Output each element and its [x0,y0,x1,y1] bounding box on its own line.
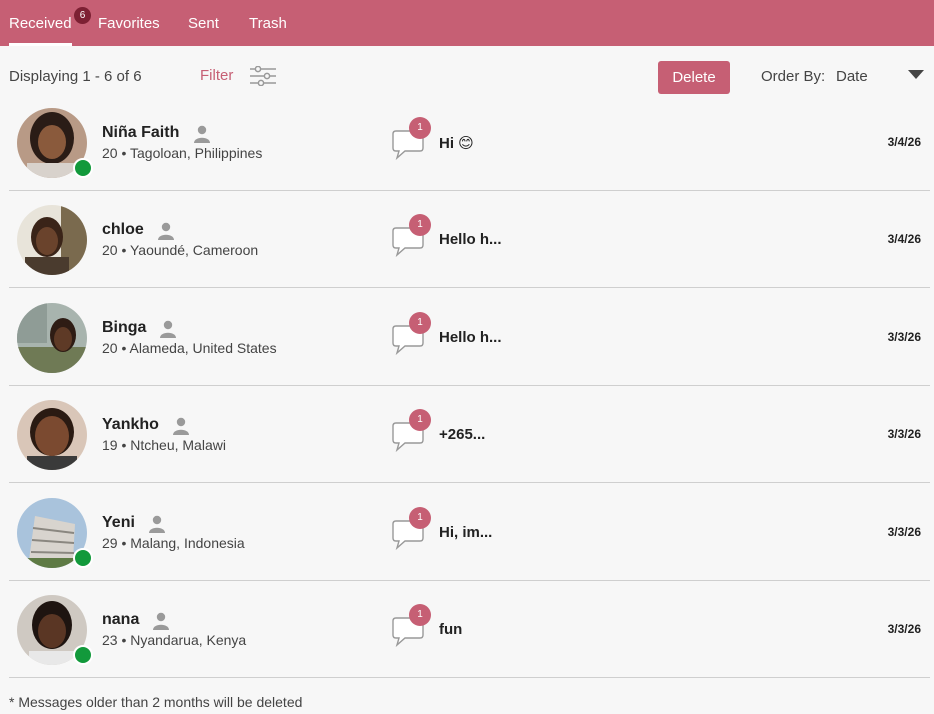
online-status-dot [73,645,93,665]
profile-icon[interactable] [158,222,174,240]
age-location: 20 • Alameda, United States [102,340,277,356]
message-date: 3/4/26 [887,135,921,149]
unread-count-badge: 1 [409,117,431,139]
retention-note: * Messages older than 2 months will be d… [9,694,303,710]
sender-name: Yeni [102,514,135,531]
unread-count-badge: 1 [409,604,431,626]
sender-name: nana [102,611,140,628]
order-by-label: Order By: [761,68,826,85]
message-row-nina-faith[interactable]: Niña Faith 20 • Tagoloan, Philippines 1 … [9,94,930,191]
message-preview: Hi 😊 [439,135,474,152]
age-location: 20 • Yaoundé, Cameroon [102,242,259,258]
tab-favorites[interactable]: Favorites [98,0,160,46]
age-location: 20 • Tagoloan, Philippines [102,145,263,161]
message-date: 3/3/26 [887,622,921,636]
avatar[interactable] [17,400,87,470]
message-row-binga[interactable]: Binga 20 • Alameda, United States 1 Hell… [9,289,930,386]
profile-icon[interactable] [194,125,210,143]
message-preview: Hello h... [439,231,502,248]
age-location: 19 • Ntcheu, Malawi [102,437,226,453]
message-preview: fun [439,621,463,638]
message-date: 3/3/26 [887,330,921,344]
profile-icon[interactable] [173,417,189,435]
unread-count-badge: 1 [409,312,431,334]
message-row-yeni[interactable]: Yeni 29 • Malang, Indonesia 1 Hi, im... … [9,484,930,581]
sender-name: Niña Faith [102,124,180,141]
unread-count-badge: 1 [409,507,431,529]
age-location: 29 • Malang, Indonesia [102,535,245,551]
profile-icon[interactable] [149,515,165,533]
avatar[interactable] [17,205,87,275]
message-date: 3/3/26 [887,427,921,441]
age-location: 23 • Nyandarua, Kenya [102,632,247,648]
message-preview: Hi, im... [439,524,493,541]
message-preview: +265... [439,426,486,443]
message-preview: Hello h... [439,329,502,346]
unread-count-badge: 1 [409,214,431,236]
unread-count-badge: 1 [409,409,431,431]
delete-button[interactable]: Delete [658,61,730,94]
display-count-text: Displaying 1 - 6 of 6 [9,68,142,85]
order-by-select[interactable]: Date [836,68,868,85]
tab-bar: Received 6 Favorites Sent Trash [0,0,934,46]
tab-received[interactable]: Received [9,0,72,46]
chevron-down-icon[interactable] [908,70,924,79]
message-date: 3/3/26 [887,525,921,539]
profile-icon[interactable] [160,320,176,338]
sender-name: Yankho [102,416,159,433]
message-row-yankho[interactable]: Yankho 19 • Ntcheu, Malawi 1 +265... 3/3… [9,386,930,483]
online-status-dot [73,548,93,568]
sliders-icon[interactable] [249,66,277,86]
tab-trash[interactable]: Trash [249,0,287,46]
sender-name: Binga [102,319,147,336]
profile-icon[interactable] [153,612,169,630]
message-row-chloe[interactable]: chloe 20 • Yaoundé, Cameroon 1 Hello h..… [9,191,930,288]
message-row-nana[interactable]: nana 23 • Nyandarua, Kenya 1 fun 3/3/26 [9,581,930,678]
online-status-dot [73,158,93,178]
sender-name: chloe [102,221,144,238]
message-date: 3/4/26 [887,232,921,246]
received-count-badge: 6 [74,7,91,24]
avatar[interactable] [17,303,87,373]
tab-sent[interactable]: Sent [188,0,219,46]
filter-link[interactable]: Filter [200,67,233,84]
